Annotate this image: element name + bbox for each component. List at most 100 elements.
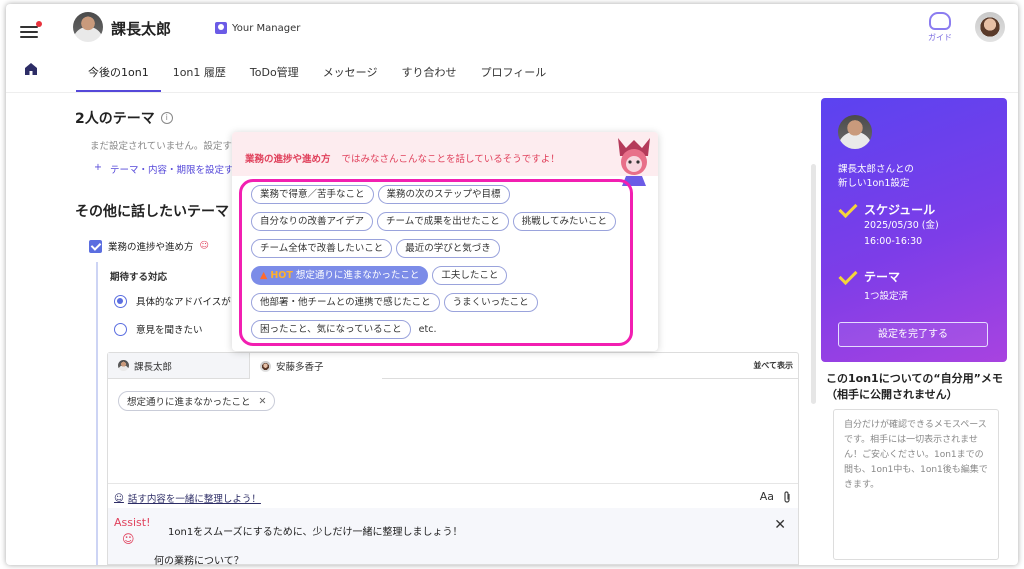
mascot-face-icon: ☺ [114,492,124,504]
remove-chip-icon[interactable]: ✕ [259,396,267,407]
schedule-time: 16:00-16:30 [864,236,923,247]
setup-intro-line1: 課長太郎さんとの [838,164,914,175]
topic-checkbox-row[interactable]: 業務の進捗や進め方 ☺ [89,239,209,253]
complete-setup-button[interactable]: 設定を完了する [838,322,988,347]
tab-profile[interactable]: プロフィール [468,60,558,92]
suggestion-chip[interactable]: 業務で得意／苦手なこと [251,185,374,204]
suggestion-chip[interactable]: うまくいったこと [443,293,538,312]
suggestion-popup: 業務の進捗や進め方 ではみなさんこんなことを話しているそうですよ！ 業務で得意／… [232,132,658,351]
add-theme-link[interactable]: + テーマ・内容・期限を設定す [94,162,233,176]
plus-icon: + [94,162,102,173]
header-divider [6,92,1018,93]
fire-icon: ▲ [260,270,268,281]
option-advice-label: 具体的なアドバイスが [136,297,231,308]
other-section-title: その他に話したいテーマ [75,204,229,220]
editor-tab-rule [382,353,798,379]
suggestion-chip[interactable]: 他部署・他チームとの連携で感じたこと [251,293,440,312]
popup-title: 業務の進捗や進め方 ではみなさんこんなことを話しているそうですよ！ [245,151,560,165]
topic-indent-line [96,262,98,565]
suggestion-row: チーム全体で改善したいこと 最近の学びと気づき [251,239,500,258]
suggestion-chip[interactable]: 業務の次のステップや目標 [377,185,510,204]
tab-messages[interactable]: メッセージ [311,60,390,92]
topic-label: 業務の進捗や進め方 [108,242,194,253]
mascot-icon [929,12,951,30]
editor-tab-self[interactable]: 課長太郎 [108,353,250,379]
mini-avatar [260,360,271,372]
guide-button[interactable]: ガイド [922,12,958,43]
organize-link-text: 話す内容を一緒に整理しよう！ [127,494,261,505]
check-icon [838,204,858,216]
memo-title-line2: （相手に公開されません） [826,388,958,401]
info-icon[interactable]: i [160,112,173,124]
user-avatar [73,12,103,42]
radio-opinion[interactable] [114,322,127,336]
assist-panel: Assist! ☺ 1on1をスムーズにするために、少しだけ一緒に整理しましょう… [107,508,799,565]
option-opinion[interactable]: 意見を聞きたい [114,322,203,336]
theme-section-title: 2人のテーマ i [75,108,173,128]
editor-divider [108,483,798,484]
suggestion-chip[interactable]: チーム全体で改善したいこと [251,239,393,258]
tab-1on1-history[interactable]: 1on1 履歴 [161,60,238,92]
mascot-face-icon: ☺ [199,241,209,251]
notification-dot [36,21,42,27]
schedule-title: スケジュール [864,203,936,217]
organize-link[interactable]: ☺ 話す内容を一緒に整理しよう！ [114,491,261,506]
partner-avatar [838,115,872,149]
setup-intro-line2: 新しい1on1設定 [838,178,910,189]
private-memo-field[interactable]: 自分だけが確認できるメモスペースです。相手には一切表示されません！ご安心ください… [833,409,999,560]
assist-label: Assist! [114,516,151,529]
font-format-icon[interactable]: Aa [760,490,774,503]
topic-checkbox[interactable] [89,239,102,253]
close-icon[interactable]: ✕ [774,517,786,533]
account-avatar[interactable] [975,12,1005,42]
editor-tab-self-label: 課長太郎 [134,361,173,373]
theme-title-text: 2人のテーマ [75,111,155,127]
side-by-side-toggle[interactable]: 並べて表示 [753,360,793,371]
home-icon[interactable] [24,62,38,76]
suggestion-chip[interactable]: 自分なりの改善アイデア [251,212,374,231]
selected-chip: 想定通りに進まなかったこと ✕ [118,391,276,411]
radio-advice[interactable] [114,294,127,308]
suggestion-chip-hot[interactable]: ▲ HOT 想定通りに進まなかったこと [251,266,429,285]
suggestion-chip[interactable]: 工夫したこと [432,266,508,285]
tab-alignment[interactable]: すり合わせ [389,60,468,92]
add-theme-link-text: テーマ・内容・期限を設定す [109,165,234,176]
tab-bar: 今後の1on1 1on1 履歴 ToDo管理 メッセージ すり合わせ プロフィー… [76,60,558,92]
theme-empty-text: まだ設定されていません。設定す [90,141,232,152]
suggestion-chip[interactable]: チームで成果を出せたこと [377,212,509,231]
assist-message: 1on1をスムーズにするために、少しだけ一緒に整理しましょう！ [168,527,463,538]
selected-topic-chip: 想定通りに進まなかったこと ✕ [118,391,276,411]
editor-tab-partner[interactable]: 安藤多香子 [250,353,382,379]
expected-response-title: 期待する対応 [110,272,168,283]
suggestion-row: 他部署・他チームとの連携で感じたこと うまくいったこと [251,293,538,312]
tab-upcoming-1on1[interactable]: 今後の1on1 [76,60,161,92]
selected-topic-text: 想定通りに進まなかったこと [127,397,251,408]
tab-todo[interactable]: ToDo管理 [238,60,311,92]
setup-summary-panel: 課長太郎さんとの 新しい1on1設定 スケジュール 2025/05/30 (金)… [821,98,1007,362]
schedule-date: 2025/05/30 (金) [864,220,939,231]
app-window: 課長太郎 Your Manager ガイド 今後の1on1 1on1 履歴 To… [6,4,1018,565]
guide-label: ガイド [928,33,952,42]
suggestion-row: 業務で得意／苦手なこと 業務の次のステップや目標 [251,185,510,204]
option-opinion-label: 意見を聞きたい [136,325,203,336]
paperclip-icon[interactable] [782,491,792,504]
memo-title: この1on1についての“自分用”メモ （相手に公開されません） [826,371,1016,403]
memo-title-line1: この1on1についての“自分用”メモ [826,372,1003,385]
scrollbar[interactable] [811,164,816,404]
menu-icon[interactable] [20,21,42,40]
suggestion-row: ▲ HOT 想定通りに進まなかったこと 工夫したこと [251,266,508,285]
mascot-icon: ☺ [122,532,135,546]
suggestion-row: 自分なりの改善アイデア チームで成果を出せたこと 挑戦してみたいこと [251,212,616,231]
popup-category: 業務の進捗や進め方 [245,154,331,165]
popup-subtitle: ではみなさんこんなことを話しているそうですよ！ [341,154,560,165]
person-icon [215,22,227,34]
editor-tab-partner-label: 安藤多香子 [276,362,324,373]
suggestion-chip[interactable]: 挑戦してみたいこと [512,212,616,231]
suggestion-chip[interactable]: 最近の学びと気づき [396,239,500,258]
assist-question: 何の業務について？ [154,556,244,565]
theme-status: 1つ設定済 [864,291,909,302]
suggestion-chip[interactable]: 困ったこと、気になっていること [251,320,411,339]
mini-avatar [118,360,129,371]
theme-title: テーマ [864,270,901,284]
option-advice[interactable]: 具体的なアドバイスが [114,294,231,308]
